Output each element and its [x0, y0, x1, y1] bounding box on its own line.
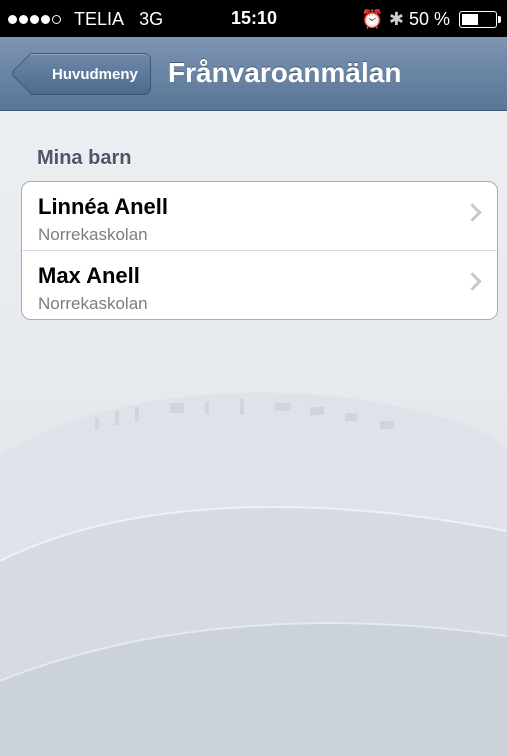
- battery-icon: [459, 10, 501, 28]
- page-title: Frånvaroanmälan: [168, 57, 402, 88]
- section-header: Mina barn: [37, 147, 132, 169]
- bluetooth-icon: ✱: [388, 8, 404, 29]
- list-item[interactable]: Linnéa Anell Norrekaskolan: [22, 182, 497, 250]
- list-item[interactable]: Max Anell Norrekaskolan: [22, 250, 497, 319]
- background-hills-illustration: [0, 392, 507, 756]
- child-name: Linnéa Anell: [38, 194, 168, 219]
- status-time: 15:10: [231, 8, 278, 28]
- signal-dot-icon: [41, 14, 50, 24]
- child-school: Norrekaskolan: [38, 294, 148, 313]
- navigation-bar: Huvudmeny Frånvaroanmälan: [0, 37, 507, 111]
- back-button[interactable]: Huvudmeny: [30, 53, 151, 95]
- carrier-name: TELIA: [74, 8, 125, 29]
- signal-dot-icon: [30, 14, 39, 24]
- signal-dot-empty-icon: [52, 14, 61, 24]
- battery-percent: 50 %: [408, 8, 450, 29]
- status-right: ⏰ ✱ 50 %: [361, 8, 501, 30]
- status-bar: TELIA 3G 15:10 ⏰ ✱ 50 %: [0, 0, 507, 37]
- chevron-right-icon: [463, 203, 482, 222]
- network-type: 3G: [139, 8, 164, 29]
- content-area: Mina barn Linnéa Anell Norrekaskolan Max…: [0, 111, 507, 756]
- children-list: Linnéa Anell Norrekaskolan Max Anell Nor…: [21, 181, 498, 320]
- back-button-label: Huvudmeny: [52, 65, 138, 83]
- alarm-icon: ⏰: [361, 8, 384, 29]
- child-school: Norrekaskolan: [38, 225, 148, 244]
- signal-area: TELIA 3G: [8, 8, 163, 30]
- chevron-right-icon: [463, 272, 482, 291]
- signal-dot-icon: [8, 14, 17, 24]
- child-name: Max Anell: [38, 263, 140, 288]
- signal-dot-icon: [19, 14, 28, 24]
